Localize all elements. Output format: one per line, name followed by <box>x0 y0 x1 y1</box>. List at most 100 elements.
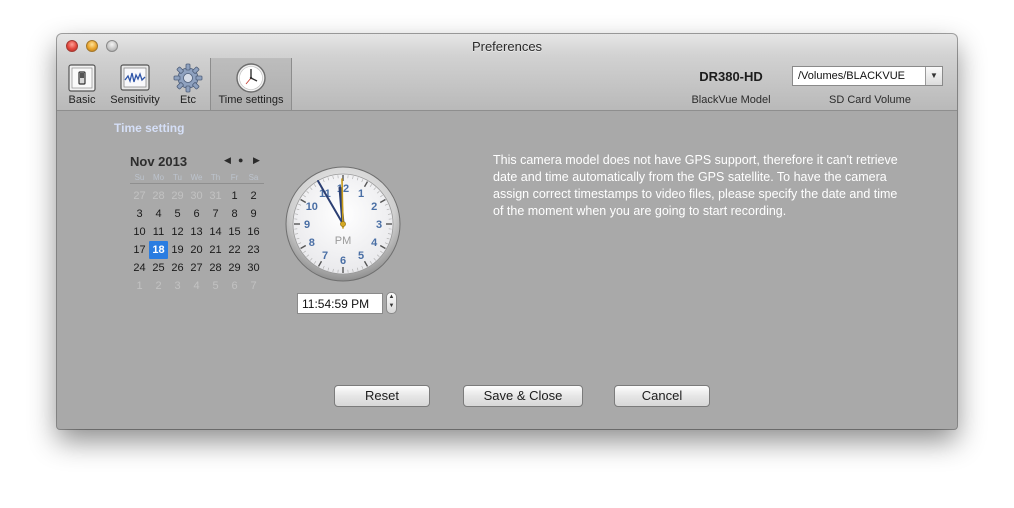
calendar-day[interactable]: 28 <box>206 259 225 277</box>
clock-second-hand <box>341 178 344 229</box>
calendar-week: 24 25 26 27 28 29 30 <box>130 259 264 277</box>
calendar-day[interactable]: 28 <box>149 187 168 205</box>
calendar-day[interactable]: 30 <box>187 187 206 205</box>
calendar-day[interactable]: 2 <box>244 187 263 205</box>
save-close-button[interactable]: Save & Close <box>463 385 583 407</box>
calendar-day[interactable]: 8 <box>225 205 244 223</box>
weekday-label: Fr <box>230 173 239 182</box>
calendar-day[interactable]: 6 <box>187 205 206 223</box>
weekday-label: Th <box>210 173 221 182</box>
clock-numeral: 6 <box>340 255 346 267</box>
calendar-day[interactable]: 30 <box>244 259 263 277</box>
calendar-day[interactable]: 3 <box>130 205 149 223</box>
calendar-week: 17 18 19 20 21 22 23 <box>130 241 264 259</box>
sd-card-volume-select[interactable]: /Volumes/BLACKVUE ▼ <box>792 66 943 86</box>
calendar-week: 3 4 5 6 7 8 9 <box>130 205 264 223</box>
toolbar-label-sensitivity: Sensitivity <box>110 94 160 106</box>
calendar-day[interactable]: 5 <box>168 205 187 223</box>
toolbar-item-basic[interactable]: Basic <box>65 58 99 110</box>
model-caption: BlackVue Model <box>691 94 771 106</box>
dropdown-arrow-icon[interactable]: ▼ <box>925 67 942 85</box>
calendar-day[interactable]: 20 <box>187 241 206 259</box>
calendar-day[interactable]: 4 <box>187 277 206 295</box>
clock-meridiem: PM <box>335 235 352 247</box>
calendar-day[interactable]: 5 <box>206 277 225 295</box>
switch-icon <box>68 64 96 92</box>
clock-icon <box>236 63 266 93</box>
calendar-grid: Su Mo Tu We Th Fr Sa 27 28 29 30 31 1 2 … <box>130 173 264 295</box>
clock-numeral: 2 <box>371 201 377 213</box>
reset-button[interactable]: Reset <box>334 385 430 407</box>
analog-clock[interactable]: 121234567891011 PM <box>285 166 401 282</box>
calendar-day[interactable]: 14 <box>206 223 225 241</box>
calendar-day[interactable]: 2 <box>149 277 168 295</box>
toolbar: Preferences Basic Sensitivity Etc Time s… <box>57 34 957 111</box>
calendar-day[interactable]: 7 <box>244 277 263 295</box>
clock-numeral: 8 <box>309 237 315 249</box>
calendar-weekday-header: Su Mo Tu We Th Fr Sa <box>130 173 264 184</box>
calendar-day[interactable]: 26 <box>168 259 187 277</box>
calendar-day[interactable]: 1 <box>130 277 149 295</box>
window-title: Preferences <box>471 39 543 54</box>
toolbar-label-basic: Basic <box>68 94 96 106</box>
calendar-day[interactable]: 6 <box>225 277 244 295</box>
model-name: DR380-HD <box>699 69 763 84</box>
weekday-label: We <box>190 173 203 182</box>
calendar-week: 10 11 12 13 14 15 16 <box>130 223 264 241</box>
calendar-day[interactable]: 25 <box>149 259 168 277</box>
clock-numeral: 9 <box>304 219 310 231</box>
calendar-day[interactable]: 22 <box>225 241 244 259</box>
time-input[interactable]: 11:54:59 PM <box>297 293 383 314</box>
weekday-label: Tu <box>172 173 183 182</box>
stepper-down-icon[interactable]: ▼ <box>387 302 396 311</box>
gps-info-text: This camera model does not have GPS supp… <box>493 153 898 218</box>
waveform-monitor-icon <box>120 64 150 91</box>
clock-numeral: 7 <box>322 250 328 262</box>
toolbar-item-etc[interactable]: Etc <box>169 58 207 110</box>
clock-numeral: 1 <box>358 188 364 200</box>
calendar-day[interactable]: 19 <box>168 241 187 259</box>
calendar-day[interactable]: 13 <box>187 223 206 241</box>
calendar-day[interactable]: 10 <box>130 223 149 241</box>
calendar-day[interactable]: 11 <box>149 223 168 241</box>
calendar-day[interactable]: 24 <box>130 259 149 277</box>
calendar-day[interactable]: 9 <box>244 205 263 223</box>
weekday-label: Su <box>134 173 145 182</box>
calendar-day[interactable]: 29 <box>225 259 244 277</box>
calendar-day[interactable]: 29 <box>168 187 187 205</box>
toolbar-label-etc: Etc <box>180 94 196 106</box>
toolbar-label-time-settings: Time settings <box>218 94 284 106</box>
calendar-day[interactable]: 17 <box>130 241 149 259</box>
calendar-day[interactable]: 27 <box>130 187 149 205</box>
clock-numeral: 3 <box>376 219 382 231</box>
sd-card-volume-caption: SD Card Volume <box>829 94 911 106</box>
calendar-day[interactable]: 23 <box>244 241 263 259</box>
sd-card-volume-value: /Volumes/BLACKVUE <box>798 70 905 82</box>
calendar-month-label: Nov 2013 <box>130 154 188 169</box>
calendar-day[interactable]: 21 <box>206 241 225 259</box>
calendar-day-selected[interactable]: 18 <box>149 241 168 259</box>
calendar-day[interactable]: 12 <box>168 223 187 241</box>
calendar-day[interactable]: 7 <box>206 205 225 223</box>
calendar-day[interactable]: 15 <box>225 223 244 241</box>
gear-icon <box>173 63 203 93</box>
calendar-day[interactable]: 31 <box>206 187 225 205</box>
calendar-next-button[interactable]: ▶ <box>253 155 260 166</box>
calendar-week: 27 28 29 30 31 1 2 <box>130 187 264 205</box>
calendar-day[interactable]: 16 <box>244 223 263 241</box>
cancel-button[interactable]: Cancel <box>614 385 710 407</box>
weekday-label: Mo <box>152 173 165 182</box>
toolbar-item-time-settings[interactable]: Time settings <box>210 58 292 110</box>
clock-numeral: 4 <box>371 237 378 249</box>
calendar-day[interactable]: 4 <box>149 205 168 223</box>
time-stepper[interactable]: ▲ ▼ <box>386 292 397 314</box>
stepper-up-icon[interactable]: ▲ <box>387 293 396 302</box>
calendar-day[interactable]: 3 <box>168 277 187 295</box>
calendar-day[interactable]: 1 <box>225 187 244 205</box>
calendar-day[interactable]: 27 <box>187 259 206 277</box>
calendar-prev-button[interactable]: ◀ <box>224 155 231 166</box>
preferences-window: Preferences Basic Sensitivity Etc Time s… <box>57 34 957 429</box>
toolbar-item-sensitivity[interactable]: Sensitivity <box>105 58 165 110</box>
clock-numeral: 10 <box>306 201 318 213</box>
calendar-today-button[interactable]: ● <box>238 155 243 165</box>
